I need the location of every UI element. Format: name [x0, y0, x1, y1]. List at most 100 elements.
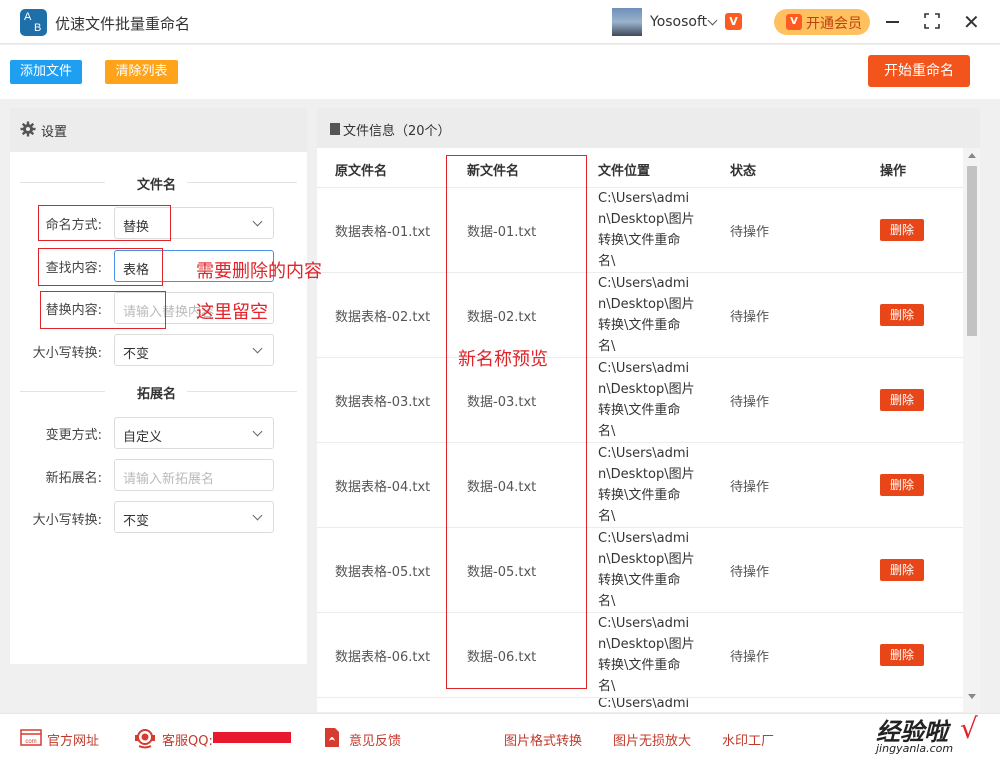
ext-mode-select[interactable]: 自定义	[114, 417, 274, 449]
case-convert-label: 大小写转换:	[32, 346, 102, 361]
delete-button[interactable]: 删除	[880, 389, 924, 411]
clear-list-button[interactable]: 清除列表	[105, 60, 178, 84]
close-icon[interactable]: ✕	[963, 12, 980, 32]
divider	[187, 391, 297, 392]
annotation-box-mode	[38, 205, 171, 241]
row-original-name: 数据表格-05.txt	[335, 565, 431, 580]
file-info-header: 文件信息（20个）	[317, 108, 980, 148]
vip-icon: V	[786, 14, 802, 30]
chevron-down-icon	[252, 426, 263, 437]
col-location: 文件位置	[598, 164, 651, 179]
file-info-title: 文件信息（20个）	[343, 124, 451, 139]
avatar[interactable]	[612, 8, 642, 36]
feedback-link[interactable]: 意见反馈	[349, 730, 401, 749]
row-location-line: 转换\文件重命	[598, 573, 681, 588]
row-location-line: C:\Users\admi	[598, 531, 690, 546]
app-logo: A B	[20, 9, 47, 36]
site-watermark: 经验啦 √ jingyanla.com	[876, 712, 1000, 760]
logo-letter-a: A	[24, 11, 32, 23]
qq-label[interactable]: 客服QQ:	[162, 730, 213, 749]
row-location-line: 名\	[598, 424, 616, 439]
vip-button[interactable]: V 开通会员	[774, 9, 870, 35]
delete-button[interactable]: 删除	[880, 644, 924, 666]
vip-label: 开通会员	[806, 16, 862, 32]
delete-button[interactable]: 删除	[880, 559, 924, 581]
ext-case-select[interactable]: 不变	[114, 501, 274, 533]
new-ext-placeholder: 请输入新拓展名	[123, 472, 215, 487]
row-location-line: n\Desktop\图片	[598, 382, 695, 397]
row-location: C:\Users\admi	[598, 697, 690, 711]
settings-panel: 设置 文件名 命名方式: 替换 查找内容: 表格 替换内容: 请输入替换内容 大…	[10, 108, 307, 664]
row-location-line: C:\Users\admi	[598, 361, 690, 376]
minimize-icon[interactable]	[886, 21, 899, 23]
watermark-check: √	[960, 712, 978, 745]
annotation-replace-note: 这里留空	[196, 302, 268, 323]
row-original-name: 数据表格-02.txt	[335, 310, 431, 325]
row-location-line: C:\Users\admi	[598, 446, 690, 461]
annotation-box-preview	[446, 155, 587, 689]
delete-button[interactable]: 删除	[880, 304, 924, 326]
ext-mode-label: 变更方式:	[45, 428, 102, 443]
row-location: C:\Users\admi n\Desktop\图片 转换\文件重命 名\	[598, 188, 698, 272]
row-status: 待操作	[730, 650, 770, 665]
new-ext-label: 新拓展名:	[45, 471, 102, 486]
row-location-line: 转换\文件重命	[598, 403, 681, 418]
row-location-line: C:\Users\admi	[598, 616, 690, 631]
toolbar: 添加文件 清除列表 开始重命名	[0, 45, 1000, 99]
row-location-line: 转换\文件重命	[598, 488, 681, 503]
row-status: 待操作	[730, 310, 770, 325]
row-location-line: n\Desktop\图片	[598, 552, 695, 567]
file-info-panel: 文件信息（20个） 原文件名 新文件名 文件位置 状态 操作 数据表格-01.t…	[317, 108, 980, 712]
row-location-line: C:\Users\admi	[598, 276, 690, 291]
row-location: C:\Users\admi n\Desktop\图片 转换\文件重命 名\	[598, 528, 698, 612]
row-location: C:\Users\admi n\Desktop\图片 转换\文件重命 名\	[598, 273, 698, 357]
maximize-icon[interactable]	[924, 13, 940, 29]
row-location-line: n\Desktop\图片	[598, 467, 695, 482]
document-icon	[330, 123, 340, 135]
chevron-down-icon[interactable]	[707, 15, 718, 26]
case-convert-select[interactable]: 不变	[114, 334, 274, 366]
divider	[20, 182, 105, 183]
vip-badge-icon: V	[725, 13, 742, 30]
scrollbar-thumb[interactable]	[967, 166, 977, 336]
row-location-line: n\Desktop\图片	[598, 297, 695, 312]
gear-icon	[20, 121, 36, 137]
redacted-qq	[213, 732, 291, 743]
row-location-line: 转换\文件重命	[598, 233, 681, 248]
divider	[20, 391, 105, 392]
username[interactable]: Yososoft	[650, 14, 707, 30]
scroll-up-icon[interactable]	[968, 153, 976, 158]
svg-text:com: com	[25, 739, 36, 745]
new-ext-input[interactable]: 请输入新拓展名	[114, 459, 274, 491]
table-row: 数据表格-04.txt 数据-04.txt C:\Users\admi n\Deskt…	[317, 442, 963, 527]
delete-button[interactable]: 删除	[880, 219, 924, 241]
image-convert-link[interactable]: 图片格式转换	[504, 730, 582, 749]
row-location-line: n\Desktop\图片	[598, 637, 695, 652]
start-rename-button[interactable]: 开始重命名	[868, 55, 970, 87]
table-row: 数据表格-01.txt 数据-01.txt C:\Users\admi n\Deskt…	[317, 187, 963, 272]
logo-letter-b: B	[34, 22, 42, 34]
chevron-down-icon	[252, 343, 263, 354]
website-link[interactable]: 官方网址	[47, 730, 99, 749]
extension-section-title: 拓展名	[137, 387, 177, 402]
app-title: 优速文件批量重命名	[55, 15, 191, 33]
settings-header: 设置	[10, 108, 307, 152]
watermark-sub: jingyanla.com	[876, 742, 954, 755]
row-status: 待操作	[730, 565, 770, 580]
col-original-name: 原文件名	[335, 164, 388, 179]
delete-button[interactable]: 删除	[880, 474, 924, 496]
annotation-box-find	[38, 248, 163, 286]
add-files-button[interactable]: 添加文件	[10, 60, 82, 84]
row-location-line: 转换\文件重命	[598, 658, 681, 673]
row-original-name: 数据表格-06.txt	[335, 650, 431, 665]
footer: com 官方网址 客服QQ: 意见反馈 图片格式转换 图片无损放大 水印工厂	[0, 713, 1000, 760]
row-status: 待操作	[730, 395, 770, 410]
row-location-line: C:\Users\admi	[598, 191, 690, 206]
watermark-factory-link[interactable]: 水印工厂	[722, 730, 774, 749]
title-bar: A B 优速文件批量重命名 Yososoft V V 开通会员 ✕	[0, 0, 1000, 44]
scroll-down-icon[interactable]	[968, 694, 976, 699]
divider	[187, 182, 297, 183]
ext-case-label: 大小写转换:	[32, 513, 102, 528]
col-action: 操作	[880, 164, 907, 179]
image-upscale-link[interactable]: 图片无损放大	[613, 730, 691, 749]
